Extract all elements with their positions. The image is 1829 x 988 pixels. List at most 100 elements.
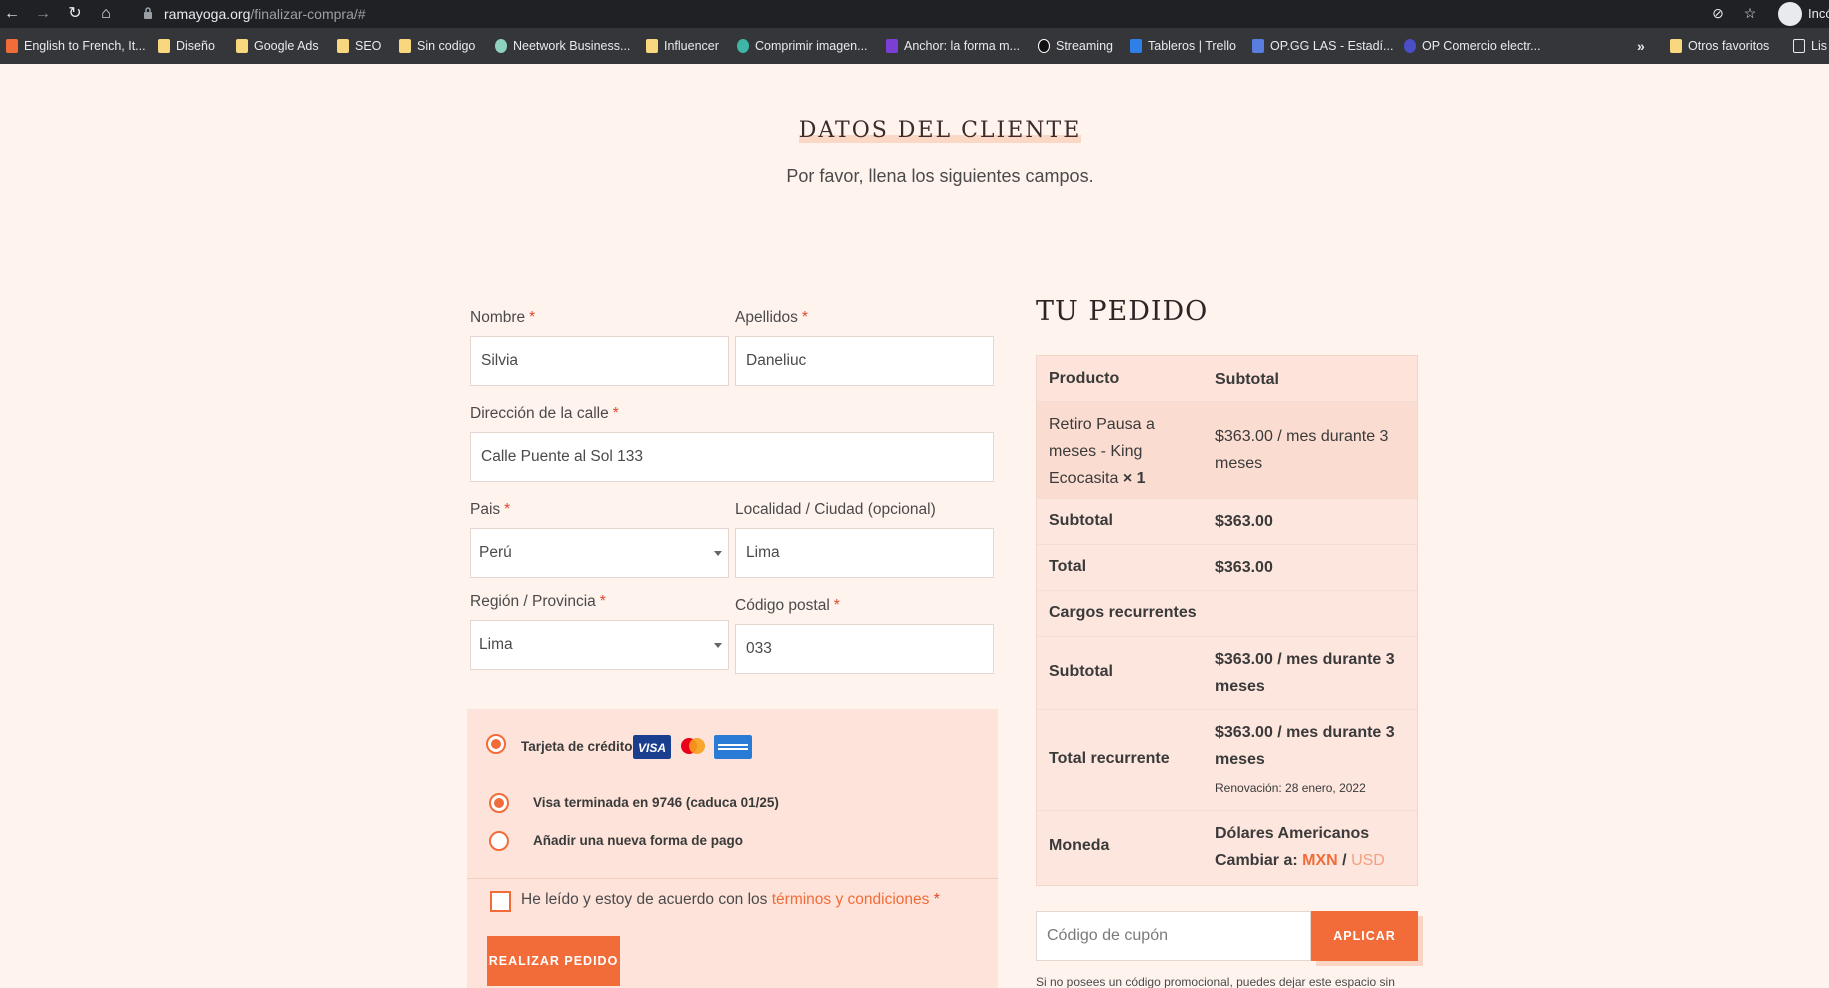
apellidos-label: Apellidos * — [735, 309, 808, 326]
table-row: Subtotal $363.00 — [1037, 499, 1417, 545]
direccion-label: Dirección de la calle * — [470, 405, 619, 422]
page-title: DATOS DEL CLIENTE — [798, 118, 1082, 143]
currency-usd-link[interactable]: USD — [1351, 852, 1385, 869]
recurring-label: Cargos recurrentes — [1049, 604, 1197, 621]
forward-icon[interactable]: → — [33, 4, 53, 24]
bookmark-item[interactable]: Streaming — [1038, 37, 1113, 55]
infinity-icon — [495, 39, 507, 53]
browser-toolbar: ← → ↻ ⌂ ramayoga.org/finalizar-compra/# … — [0, 0, 1829, 28]
bookmark-folder[interactable]: Sin codigo — [399, 37, 475, 55]
anchor-icon — [886, 39, 898, 53]
visa-icon: VISA — [633, 735, 671, 759]
folder-icon — [646, 39, 658, 53]
table-row: Subtotal $363.00 / mes durante 3 meses — [1037, 637, 1417, 710]
table-row: Cargos recurrentes — [1037, 591, 1417, 637]
region-select[interactable]: Lima — [470, 620, 729, 670]
url-domain: ramayoga.org — [164, 6, 251, 22]
coupon-note: Si no posees un código promocional, pued… — [1036, 975, 1395, 988]
localidad-field[interactable]: Lima — [735, 528, 994, 578]
payment-panel: Tarjeta de crédito VISA Visa terminada e… — [467, 709, 998, 988]
postal-label: Código postal * — [735, 597, 840, 614]
reading-list[interactable]: Lis — [1793, 37, 1827, 55]
other-favorites[interactable]: Otros favoritos — [1670, 37, 1769, 55]
reload-icon[interactable]: ↻ — [65, 4, 85, 24]
bookmark-item[interactable]: English to French, It... — [6, 37, 146, 55]
streaming-icon — [1038, 39, 1050, 53]
bookmark-item[interactable]: Anchor: la forma m... — [886, 37, 1020, 55]
total-value: $363.00 — [1215, 559, 1273, 576]
recurring-subtotal-label: Subtotal — [1049, 663, 1113, 680]
recurring-subtotal-value: $363.00 / mes durante 3 meses — [1215, 651, 1395, 695]
translate-icon — [6, 39, 18, 53]
new-payment-label: Añadir una nueva forma de pago — [533, 833, 744, 848]
home-icon[interactable]: ⌂ — [96, 4, 116, 24]
new-payment-radio[interactable] — [489, 831, 509, 851]
incognito-avatar-icon[interactable] — [1778, 2, 1802, 26]
bookmark-folder[interactable]: Influencer — [646, 37, 719, 55]
product-name: Retiro Pausa a meses - King Ecocasita × … — [1049, 416, 1155, 487]
terms-checkbox[interactable] — [490, 891, 511, 912]
credit-card-radio[interactable] — [486, 734, 506, 754]
trello-icon — [1130, 39, 1142, 53]
coupon-input[interactable]: Código de cupón — [1036, 911, 1311, 961]
amex-icon — [714, 735, 752, 759]
bookmark-item[interactable]: OP Comercio electr... — [1404, 37, 1541, 55]
bookmark-item[interactable]: Tableros | Trello — [1130, 37, 1236, 55]
terms-text: He leído y estoy de acuerdo con los térm… — [521, 891, 940, 908]
bookmark-item[interactable]: OP.GG LAS - Estadí... — [1252, 37, 1393, 55]
currency-label: Moneda — [1049, 837, 1110, 854]
table-row: Total $363.00 — [1037, 545, 1417, 591]
folder-icon — [236, 39, 248, 53]
svg-text:VISA: VISA — [638, 741, 666, 755]
folder-icon — [399, 39, 411, 53]
postal-field[interactable]: 033 — [735, 624, 994, 674]
compress-icon — [737, 39, 749, 53]
lock-icon[interactable] — [143, 6, 153, 20]
recurring-total-label: Total recurrente — [1049, 750, 1170, 767]
apply-coupon-button[interactable]: APLICAR — [1311, 911, 1418, 961]
recurring-total-value: $363.00 / mes durante 3 meses — [1215, 724, 1395, 768]
currency-mxn-link[interactable]: MXN — [1302, 852, 1338, 869]
saved-card-label: Visa terminada en 9746 (caduca 01/25) — [533, 795, 779, 810]
region-label: Región / Provincia * — [470, 593, 606, 610]
table-row: Retiro Pausa a meses - King Ecocasita × … — [1037, 402, 1417, 499]
profile-label[interactable]: Incó — [1808, 6, 1829, 21]
bookmark-folder[interactable]: Diseño — [158, 37, 215, 55]
bookmarks-bar: English to French, It... Diseño Google A… — [0, 28, 1829, 64]
table-row: Moneda Dólares Americanos Cambiar a: MXN… — [1037, 811, 1417, 885]
product-price: $363.00 / mes durante 3 meses — [1215, 428, 1389, 472]
bookmark-folder[interactable]: Google Ads — [236, 37, 319, 55]
nombre-label: Nombre * — [470, 309, 536, 326]
bookmark-item[interactable]: Comprimir imagen... — [737, 37, 868, 55]
address-bar[interactable]: ramayoga.org/finalizar-compra/# — [164, 6, 366, 22]
direccion-field[interactable]: Calle Puente al Sol 133 — [470, 432, 994, 482]
pais-select[interactable]: Perú — [470, 528, 729, 578]
subtotal-value: $363.00 — [1215, 513, 1273, 530]
table-header: Producto Subtotal — [1037, 356, 1417, 402]
bookmark-item[interactable]: Neetwork Business... — [495, 37, 630, 55]
nombre-field[interactable]: Silvia — [470, 336, 729, 386]
saved-card-radio[interactable] — [489, 793, 509, 813]
folder-icon — [337, 39, 349, 53]
back-icon[interactable]: ← — [2, 4, 22, 24]
total-label: Total — [1049, 558, 1087, 575]
terms-link[interactable]: términos y condiciones — [772, 891, 930, 908]
credit-card-label: Tarjeta de crédito — [521, 739, 633, 754]
renewal-date: Renovación: 28 enero, 2022 — [1215, 781, 1366, 795]
order-table: Producto Subtotal Retiro Pausa a meses -… — [1036, 355, 1418, 886]
subtotal-column-header: Subtotal — [1215, 371, 1279, 388]
mastercard-icon — [681, 738, 705, 754]
table-row: Total recurrente $363.00 / mes durante 3… — [1037, 710, 1417, 811]
place-order-button[interactable]: REALIZAR PEDIDO — [487, 936, 620, 986]
apellidos-field[interactable]: Daneliuc — [735, 336, 994, 386]
order-title: TU PEDIDO — [1036, 296, 1209, 327]
pais-label: Pais * — [470, 501, 511, 518]
bookmark-folder[interactable]: SEO — [337, 37, 381, 55]
folder-icon — [1670, 39, 1682, 53]
star-icon[interactable]: ☆ — [1740, 5, 1760, 23]
divider — [467, 878, 998, 879]
tracking-off-icon[interactable]: ⊘ — [1708, 5, 1728, 23]
folder-icon — [158, 39, 170, 53]
bookmarks-more-icon[interactable]: » — [1637, 38, 1645, 54]
page-subtitle: Por favor, llena los siguientes campos. — [786, 166, 1094, 186]
